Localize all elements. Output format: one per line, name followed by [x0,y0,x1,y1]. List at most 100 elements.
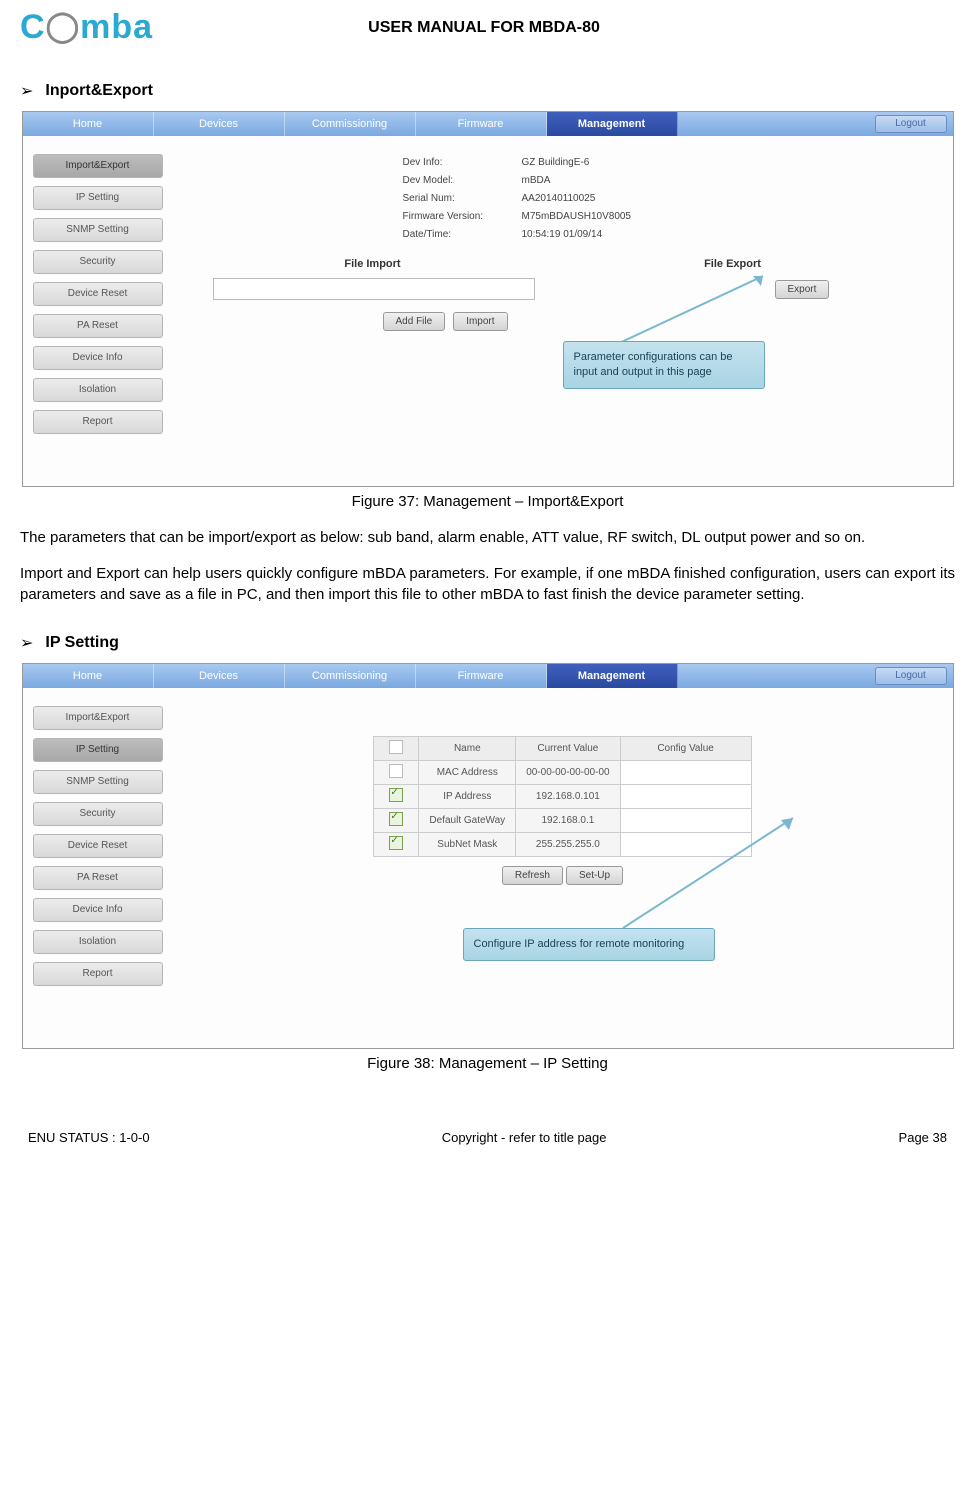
nav-firmware[interactable]: Firmware [416,112,547,136]
sidebar: Import&Export IP Setting SNMP Setting Se… [23,688,173,1048]
sidebar-item-device-reset[interactable]: Device Reset [33,282,163,306]
sidebar-item-pa-reset[interactable]: PA Reset [33,314,163,338]
select-all-checkbox[interactable] [389,740,403,754]
nav-devices[interactable]: Devices [154,664,285,688]
fw-label: Firmware Version: [403,208,508,226]
cell-current: 192.168.0.1 [516,808,620,832]
sidebar-item-snmp[interactable]: SNMP Setting [33,770,163,794]
nav-commissioning[interactable]: Commissioning [285,664,416,688]
chevron-right-icon: ➢ [20,81,33,101]
dt-value: 10:54:19 01/09/14 [522,226,603,244]
section-title: Inport&Export [45,82,153,100]
dev-info-label: Dev Info: [403,154,508,172]
file-path-input[interactable] [213,278,535,300]
sidebar: Import&Export IP Setting SNMP Setting Se… [23,136,173,486]
figure-37-caption: Figure 37: Management – Import&Export [20,493,955,510]
nav-home[interactable]: Home [23,664,154,688]
nav-management[interactable]: Management [547,664,678,688]
sidebar-item-isolation[interactable]: Isolation [33,930,163,954]
footer-right: Page 38 [899,1130,947,1145]
sidebar-item-pa-reset[interactable]: PA Reset [33,866,163,890]
table-row: SubNet Mask 255.255.255.0 [374,832,751,856]
footer-center: Copyright - refer to title page [442,1130,607,1145]
ip-setting-table: Name Current Value Config Value MAC Addr… [373,736,751,857]
sidebar-item-snmp[interactable]: SNMP Setting [33,218,163,242]
row-checkbox[interactable] [389,812,403,826]
file-import-header: File Import [203,258,543,270]
row-checkbox[interactable] [389,788,403,802]
row-checkbox[interactable] [389,764,403,778]
nav-management[interactable]: Management [547,112,678,136]
sidebar-item-security[interactable]: Security [33,802,163,826]
setup-button[interactable]: Set-Up [566,866,623,885]
sidebar-item-device-info[interactable]: Device Info [33,898,163,922]
cell-current: 00-00-00-00-00-00 [516,760,620,784]
paragraph-2: Import and Export can help users quickly… [20,564,955,605]
top-nav: Home Devices Commissioning Firmware Mana… [23,664,953,688]
nav-commissioning[interactable]: Commissioning [285,112,416,136]
cell-config[interactable] [620,808,751,832]
cell-current: 192.168.0.101 [516,784,620,808]
dev-model-value: mBDA [522,172,551,190]
fw-value: M75mBDAUSH10V8005 [522,208,632,226]
logo: C◯mba [20,8,153,47]
sidebar-item-device-reset[interactable]: Device Reset [33,834,163,858]
figure-38-screenshot: Home Devices Commissioning Firmware Mana… [22,663,954,1049]
callout-text: Parameter configurations can be input an… [574,351,733,378]
sidebar-item-import-export[interactable]: Import&Export [33,706,163,730]
cell-name: IP Address [419,784,516,808]
manual-title: USER MANUAL FOR MBDA-80 [153,19,815,37]
cell-name: Default GateWay [419,808,516,832]
page-header: C◯mba USER MANUAL FOR MBDA-80 [20,0,955,53]
export-button[interactable]: Export [775,280,830,299]
col-current: Current Value [516,736,620,760]
file-export-header: File Export [543,258,923,270]
cell-config[interactable] [620,760,751,784]
row-checkbox[interactable] [389,836,403,850]
top-nav: Home Devices Commissioning Firmware Mana… [23,112,953,136]
logout-button[interactable]: Logout [875,667,947,685]
table-row: Default GateWay 192.168.0.1 [374,808,751,832]
sidebar-item-ip-setting[interactable]: IP Setting [33,738,163,762]
callout-tooltip: Configure IP address for remote monitori… [463,928,715,961]
import-button[interactable]: Import [453,312,507,331]
figure-38-caption: Figure 38: Management – IP Setting [20,1055,955,1072]
cell-config[interactable] [620,784,751,808]
col-config: Config Value [620,736,751,760]
nav-devices[interactable]: Devices [154,112,285,136]
sidebar-item-report[interactable]: Report [33,962,163,986]
sidebar-item-report[interactable]: Report [33,410,163,434]
refresh-button[interactable]: Refresh [502,866,563,885]
section-heading-ip-setting: ➢ IP Setting [20,633,955,653]
figure-37-screenshot: Home Devices Commissioning Firmware Mana… [22,111,954,487]
nav-firmware[interactable]: Firmware [416,664,547,688]
cell-name: SubNet Mask [419,832,516,856]
main-panel: Dev Info: GZ BuildingE-6 Dev Model: mBDA S… [173,136,953,486]
cell-config[interactable] [620,832,751,856]
col-name: Name [419,736,516,760]
add-file-button[interactable]: Add File [383,312,446,331]
sidebar-item-device-info[interactable]: Device Info [33,346,163,370]
dev-model-label: Dev Model: [403,172,508,190]
table-row: IP Address 192.168.0.101 [374,784,751,808]
device-info-block: Dev Info: GZ BuildingE-6 Dev Model: mBDA S… [403,154,923,244]
callout-tooltip: Parameter configurations can be input an… [563,341,765,389]
chevron-right-icon: ➢ [20,633,33,653]
paragraph-1: The parameters that can be import/export… [20,528,955,548]
table-row: MAC Address 00-00-00-00-00-00 [374,760,751,784]
serial-label: Serial Num: [403,190,508,208]
callout-text: Configure IP address for remote monitori… [474,938,685,950]
dt-label: Date/Time: [403,226,508,244]
sidebar-item-ip-setting[interactable]: IP Setting [33,186,163,210]
nav-home[interactable]: Home [23,112,154,136]
cell-name: MAC Address [419,760,516,784]
serial-value: AA20140110025 [522,190,596,208]
logout-button[interactable]: Logout [875,115,947,133]
main-panel: Name Current Value Config Value MAC Addr… [173,688,953,1048]
dev-info-value: GZ BuildingE-6 [522,154,590,172]
sidebar-item-import-export[interactable]: Import&Export [33,154,163,178]
sidebar-item-security[interactable]: Security [33,250,163,274]
footer-left: ENU STATUS : 1-0-0 [28,1130,150,1145]
sidebar-item-isolation[interactable]: Isolation [33,378,163,402]
page-footer: ENU STATUS : 1-0-0 Copyright - refer to … [20,1090,955,1155]
